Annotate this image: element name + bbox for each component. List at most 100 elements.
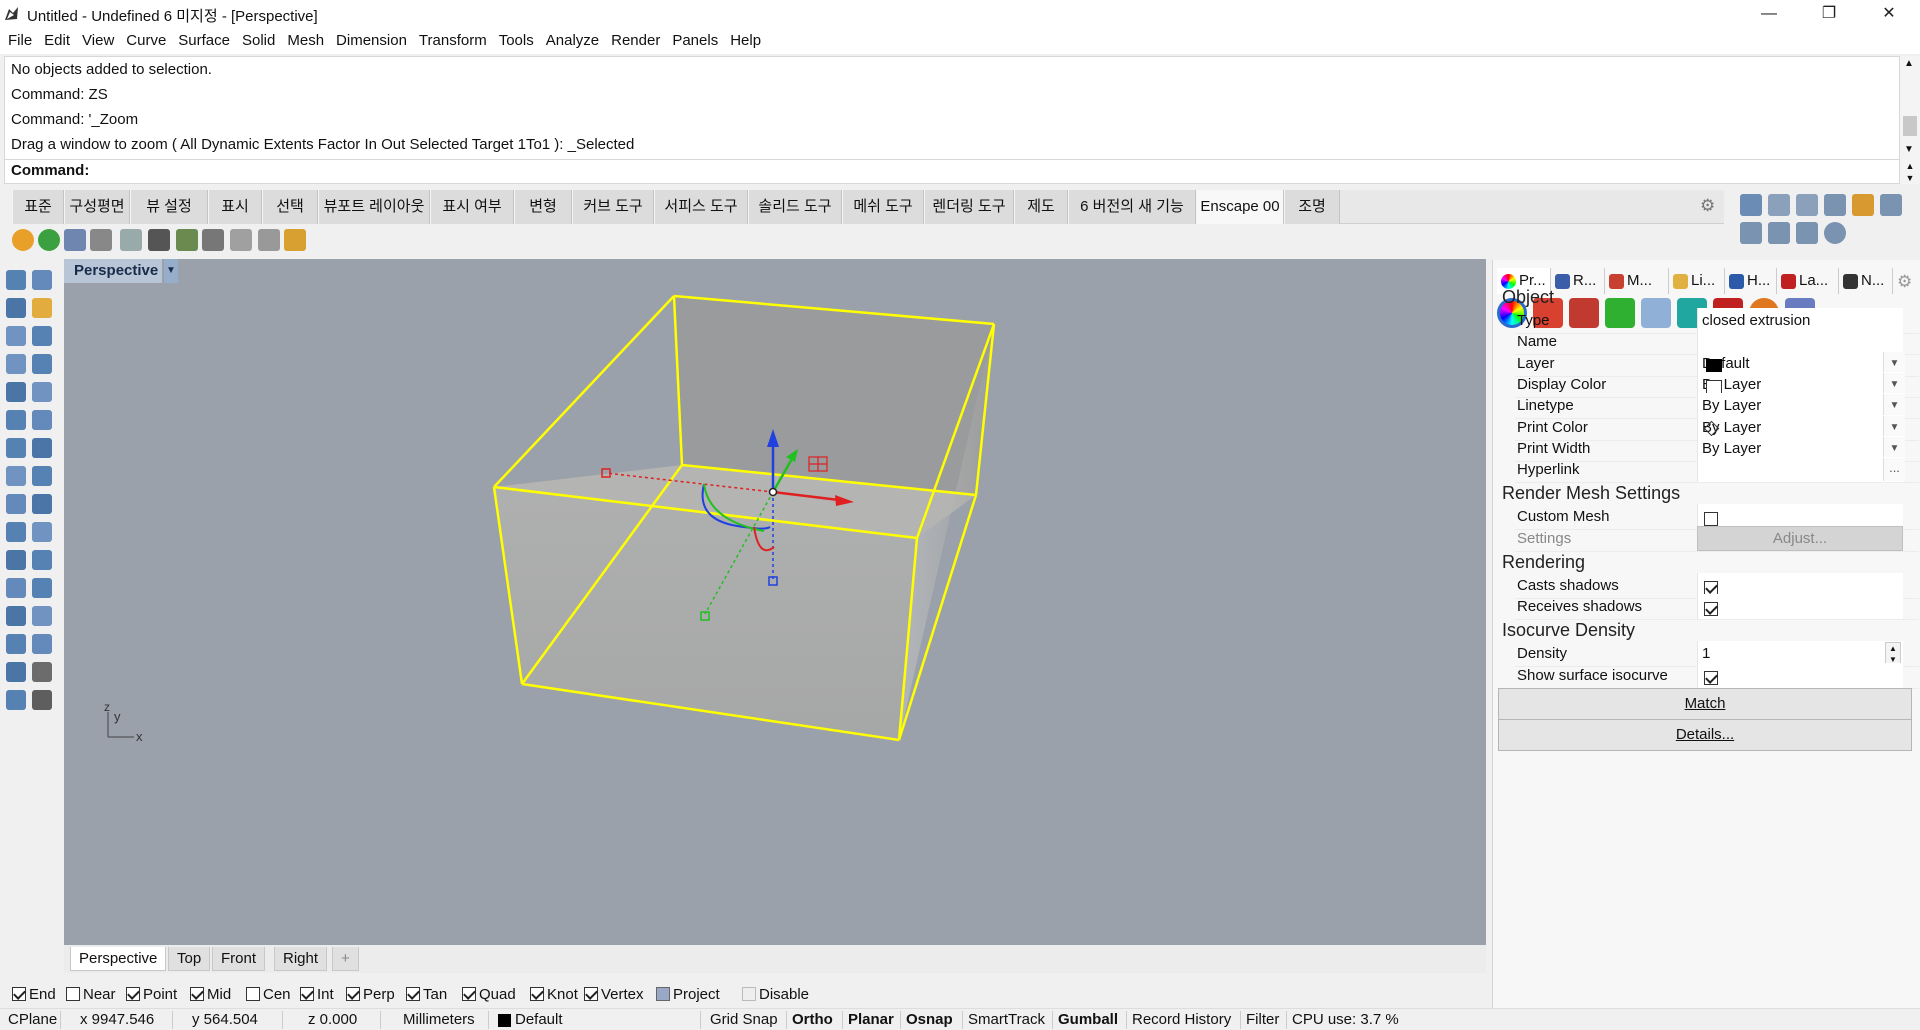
toolbar-tab[interactable]: 렌더링 도구	[924, 190, 1014, 224]
tool-icon[interactable]	[32, 298, 52, 318]
osnap-near[interactable]: Near	[66, 986, 116, 1003]
toolbar-tab[interactable]: 선택	[262, 190, 318, 224]
toggle-planar[interactable]: Planar	[848, 1011, 894, 1028]
viewport-tab-top[interactable]: Top	[168, 947, 211, 971]
menu-solid[interactable]: Solid	[236, 28, 281, 54]
hyperlink-browse-button[interactable]: ...	[1883, 458, 1905, 482]
minimize-button[interactable]: —	[1746, 0, 1792, 28]
osnap-checkbox[interactable]	[66, 987, 80, 1001]
maximize-button[interactable]: ❐	[1806, 0, 1852, 28]
scroll-thumb[interactable]	[1903, 116, 1917, 136]
tool-icon[interactable]	[32, 606, 52, 626]
toggle-ortho[interactable]: Ortho	[792, 1011, 833, 1028]
panorama-icon[interactable]	[176, 229, 198, 251]
custom-mesh-checkbox[interactable]	[1704, 512, 1718, 526]
tool-icon[interactable]	[32, 662, 52, 682]
sync-icon[interactable]	[38, 229, 60, 251]
layout-icon-1[interactable]	[1740, 194, 1762, 216]
info-icon[interactable]	[284, 229, 306, 251]
history-scrollbar[interactable]: ▲ ▼	[1900, 56, 1920, 160]
tool-icon[interactable]	[6, 354, 26, 374]
tool-icon[interactable]	[6, 382, 26, 402]
layer-indicator[interactable]: Default	[498, 1011, 563, 1028]
adjust-button[interactable]: Adjust...	[1697, 526, 1903, 551]
toolbar-tab[interactable]: Enscape 00	[1196, 190, 1284, 224]
tool-icon[interactable]	[32, 410, 52, 430]
tool-icon[interactable]	[32, 522, 52, 542]
feedback-icon[interactable]	[258, 229, 280, 251]
screenshot-icon[interactable]	[120, 229, 142, 251]
viewport-tab-right[interactable]: Right	[274, 947, 328, 971]
toolbar-tab[interactable]: 구성평면	[64, 190, 130, 224]
globe-icon[interactable]	[1824, 222, 1846, 244]
menu-mesh[interactable]: Mesh	[281, 28, 330, 54]
toolbar-tab[interactable]: 표준	[12, 190, 64, 224]
show-isocurve-checkbox[interactable]	[1704, 671, 1718, 685]
viewport-menu-arrow-icon[interactable]: ▼	[164, 259, 178, 283]
layout-icon-2[interactable]	[1768, 194, 1790, 216]
viewport-title[interactable]: Perspective	[64, 259, 163, 283]
viewport-tab-perspective[interactable]: Perspective	[70, 947, 167, 971]
toggle-filter[interactable]: Filter	[1246, 1011, 1279, 1028]
osnap-checkbox[interactable]	[742, 987, 756, 1001]
tool-icon[interactable]	[6, 606, 26, 626]
toolbar-tab[interactable]: 제도	[1014, 190, 1068, 224]
scroll-down-icon[interactable]: ▼	[1904, 144, 1914, 155]
layout-icon-5[interactable]	[1852, 194, 1874, 216]
tool-icon[interactable]	[32, 438, 52, 458]
tool-icon[interactable]	[6, 410, 26, 430]
gear-icon[interactable]: ⚙	[1700, 196, 1718, 215]
osnap-end[interactable]: End	[12, 986, 56, 1003]
osnap-disable[interactable]: Disable	[742, 986, 809, 1003]
menu-help[interactable]: Help	[724, 28, 767, 54]
panel-tab[interactable]: M...	[1605, 268, 1669, 294]
osnap-point[interactable]: Point	[126, 986, 177, 1003]
batch-render-icon[interactable]	[202, 229, 224, 251]
details-button[interactable]: Details...	[1498, 719, 1912, 751]
layout-icon-8[interactable]	[1768, 222, 1790, 244]
toolbar-tab[interactable]: 서피스 도구	[654, 190, 748, 224]
viewport-tab-front[interactable]: Front	[212, 947, 266, 971]
viewport-perspective[interactable]: z y x Perspective ▼	[64, 259, 1486, 945]
video-icon[interactable]	[148, 229, 170, 251]
panel-tab[interactable]: R...	[1551, 268, 1605, 294]
toggle-grid-snap[interactable]: Grid Snap	[710, 1011, 778, 1028]
menu-curve[interactable]: Curve	[120, 28, 172, 54]
osnap-checkbox[interactable]	[530, 987, 544, 1001]
toolbar-tab[interactable]: 6 버전의 새 기능	[1068, 190, 1196, 224]
osnap-cen[interactable]: Cen	[246, 986, 291, 1003]
toggle-record-history[interactable]: Record History	[1132, 1011, 1231, 1028]
osnap-checkbox[interactable]	[406, 987, 420, 1001]
tool-icon[interactable]	[32, 466, 52, 486]
receives-shadows-checkbox[interactable]	[1704, 602, 1718, 616]
menu-dimension[interactable]: Dimension	[330, 28, 413, 54]
osnap-checkbox[interactable]	[462, 987, 476, 1001]
osnap-vertex[interactable]: Vertex	[584, 986, 644, 1003]
osnap-checkbox[interactable]	[346, 987, 360, 1001]
menu-file[interactable]: File	[0, 28, 38, 54]
menu-edit[interactable]: Edit	[38, 28, 76, 54]
tool-icon[interactable]	[6, 550, 26, 570]
toolbar-tab[interactable]: 조명	[1284, 190, 1340, 224]
toolbar-tab[interactable]: 뷰포트 레이아웃	[318, 190, 430, 224]
tool-icon[interactable]	[32, 270, 52, 290]
density-spinner[interactable]: ▲ ▼	[1885, 642, 1901, 664]
tool-icon[interactable]	[32, 578, 52, 598]
toolbar-tab[interactable]: 뷰 설정	[130, 190, 208, 224]
tool-icon[interactable]	[6, 270, 26, 290]
panel-tab[interactable]: N...	[1839, 268, 1893, 294]
tool-icon[interactable]	[6, 578, 26, 598]
tool-icon[interactable]	[6, 466, 26, 486]
tool-icon[interactable]	[32, 382, 52, 402]
tool-icon[interactable]	[6, 690, 26, 710]
toggle-gumball[interactable]: Gumball	[1058, 1011, 1118, 1028]
match-button[interactable]: Match	[1498, 688, 1912, 720]
menu-render[interactable]: Render	[605, 28, 666, 54]
layout-icon-4[interactable]	[1824, 194, 1846, 216]
toolbar-tab[interactable]: 표시	[208, 190, 262, 224]
command-spinner[interactable]: ▲ ▼	[1900, 160, 1920, 184]
tool-icon[interactable]	[6, 438, 26, 458]
close-button[interactable]: ✕	[1866, 0, 1912, 28]
menu-transform[interactable]: Transform	[413, 28, 493, 54]
layout-icon-9[interactable]	[1796, 222, 1818, 244]
